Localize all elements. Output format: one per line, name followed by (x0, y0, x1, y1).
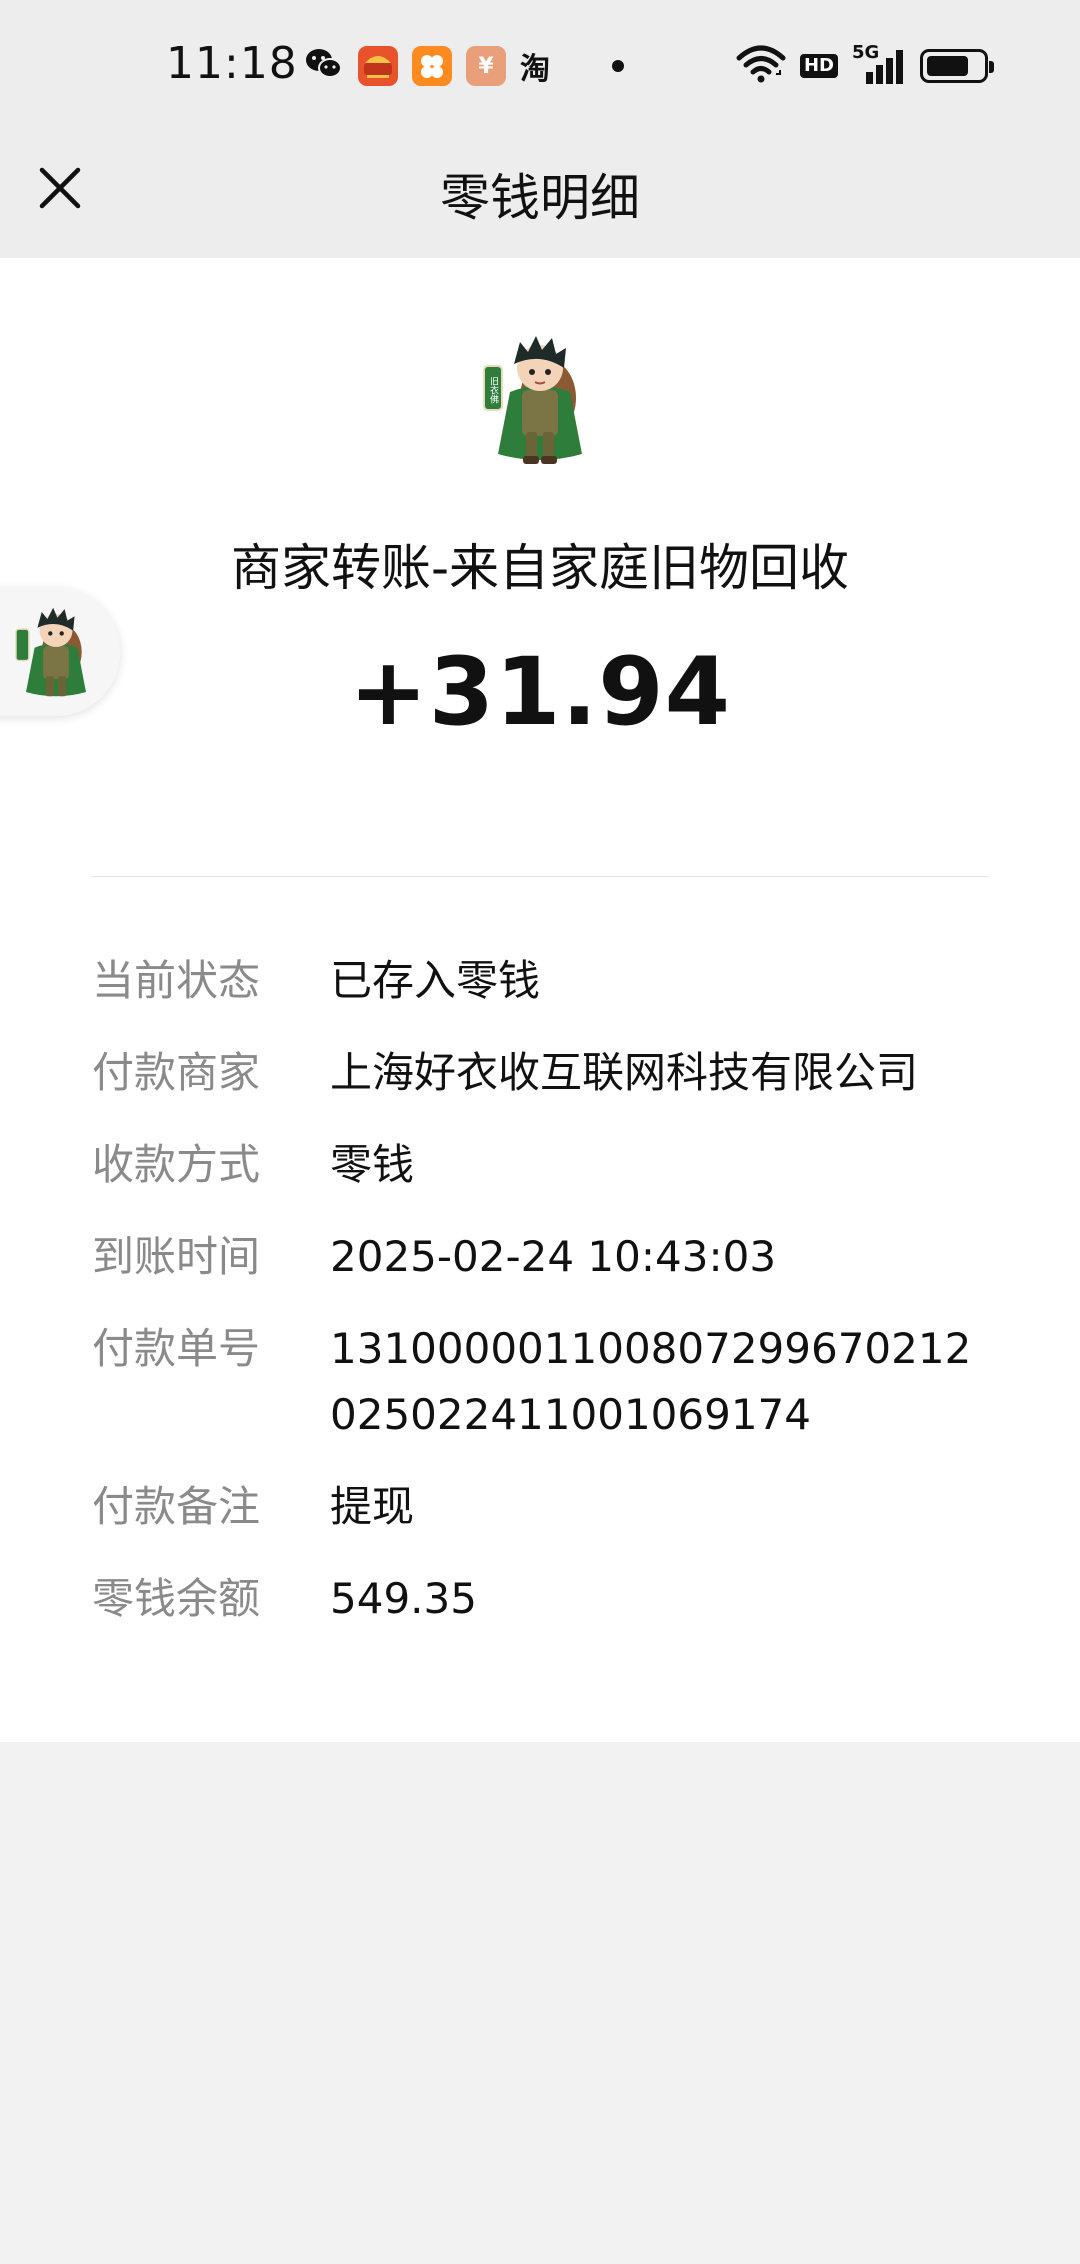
app-icon-orange (412, 46, 452, 86)
status-bar: 11:18 ¥ 淘 HD 5G (0, 0, 1080, 120)
wechat-icon (304, 46, 344, 86)
taobao-icon: 淘 (520, 52, 550, 87)
page-title: 零钱明细 (440, 169, 640, 227)
divider (92, 876, 988, 877)
app-icon-yuan-label: ¥ (478, 53, 494, 79)
wifi-icon (736, 44, 786, 88)
avatar-badge-text: 旧衣佛 (488, 376, 499, 404)
detail-row-remark: 付款备注 提现 (92, 1474, 992, 1540)
transaction-card: 旧衣佛 商家转账-来自家庭旧物回收 +31.94 当前状态 已存入零钱 付款商家… (0, 258, 1080, 1742)
detail-row-balance: 零钱余额 549.35 (92, 1566, 992, 1632)
notification-icons: ¥ 淘 (304, 44, 624, 88)
transaction-amount: +31.94 (348, 638, 732, 747)
detail-label: 零钱余额 (92, 1574, 261, 1623)
nav-bar: 零钱明细 (0, 120, 1080, 258)
detail-list: 当前状态 已存入零钱 付款商家 上海好衣收互联网科技有限公司 收款方式 零钱 到… (92, 948, 992, 1632)
detail-label: 付款商家 (92, 1048, 261, 1097)
more-notifications-dot (612, 60, 624, 72)
battery-level (927, 56, 968, 76)
hd-badge: HD (799, 54, 838, 78)
detail-label: 收款方式 (92, 1140, 261, 1189)
signal-icon: 5G (852, 42, 906, 86)
detail-value: 零钱 (330, 1140, 415, 1189)
detail-value: 549.35 (330, 1574, 477, 1623)
system-icons: HD 5G (736, 42, 994, 88)
merchant-title: 商家转账-来自家庭旧物回收 (230, 539, 850, 597)
floating-window-avatar[interactable] (0, 588, 120, 716)
detail-value: 上海好衣收互联网科技有限公司 (330, 1048, 919, 1097)
detail-value: 已存入零钱 (330, 956, 541, 1005)
detail-row-payer: 付款商家 上海好衣收互联网科技有限公司 (92, 1040, 992, 1106)
detail-label: 当前状态 (92, 956, 261, 1005)
merchant-avatar: 旧衣佛 (470, 328, 610, 468)
app-icon-yuan: ¥ (466, 46, 506, 86)
detail-row-method: 收款方式 零钱 (92, 1132, 992, 1198)
detail-value: 2025-02-24 10:43:03 (330, 1232, 777, 1281)
detail-row-order-number: 付款单号 13100000110080729967021202502241100… (92, 1316, 992, 1448)
detail-row-time: 到账时间 2025-02-24 10:43:03 (92, 1224, 992, 1290)
detail-label: 付款单号 (92, 1324, 261, 1373)
detail-label: 到账时间 (92, 1232, 261, 1281)
detail-label: 付款备注 (92, 1482, 261, 1531)
battery-icon (920, 49, 994, 83)
avatar-icon (15, 607, 86, 697)
status-time: 11:18 (166, 38, 298, 89)
app-icon-basket (358, 46, 398, 86)
detail-row-status: 当前状态 已存入零钱 (92, 948, 992, 1014)
detail-value[interactable]: 1310000011008072996702120250224110010691… (330, 1316, 992, 1448)
detail-value: 提现 (330, 1482, 415, 1531)
